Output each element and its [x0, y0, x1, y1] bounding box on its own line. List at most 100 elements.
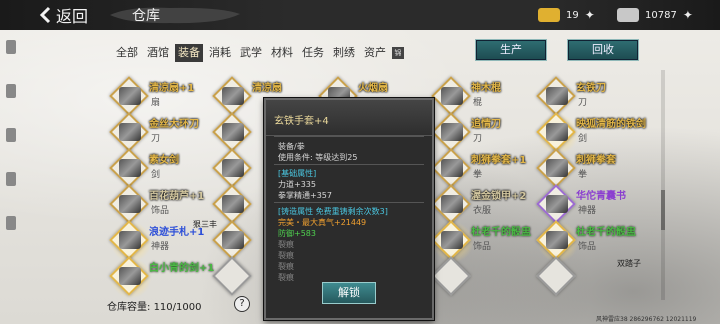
- item-slot[interactable]: 杜老千的骰盅 饰品: [534, 218, 642, 266]
- item-icon: [222, 231, 244, 249]
- item-name: 追情刀: [471, 119, 501, 130]
- item-slot[interactable]: 神木棍棍: [431, 76, 537, 118]
- item-icon: [441, 195, 463, 213]
- back-chevron-icon: [39, 6, 51, 24]
- item-type: 神器: [578, 206, 597, 216]
- scrollbar[interactable]: [661, 70, 665, 300]
- capacity-label: 仓库容量:: [107, 302, 151, 313]
- item-icon: [441, 231, 463, 249]
- item-slot[interactable]: 白小青的剑+1: [107, 254, 215, 302]
- item-type: 刀: [578, 98, 588, 108]
- item-name: 火烟扇: [358, 83, 388, 94]
- item-icon: [222, 123, 244, 141]
- tooltip-line: 裂痕: [278, 262, 294, 271]
- item-type: 刀: [151, 134, 161, 144]
- item-slot[interactable]: 刺狮拳套拳: [536, 148, 642, 190]
- item-type: 拳: [473, 170, 483, 180]
- item-slot[interactable]: 映狐清筋的铁剑剑: [534, 110, 646, 158]
- tooltip-line: 完美・最大真气+21449: [278, 218, 367, 227]
- item-icon: [546, 231, 568, 249]
- silver-add-icon[interactable]: ✦: [683, 8, 693, 22]
- recycle-button[interactable]: 回收: [567, 39, 639, 61]
- item-type: 拳: [578, 170, 588, 180]
- item-name: 玄铁刀: [576, 83, 606, 94]
- scroll-thumb[interactable]: [661, 190, 665, 230]
- tab-4[interactable]: 武学: [237, 44, 265, 62]
- item-icon: [441, 123, 463, 141]
- left-edge-icon: [6, 40, 16, 54]
- silver-currency: 10787 ✦: [617, 6, 693, 24]
- tooltip-line: 防御+583: [278, 229, 316, 238]
- tab-8[interactable]: 资产: [361, 44, 389, 62]
- back-button[interactable]: 返回: [38, 4, 88, 26]
- tooltip-line: 裂痕: [278, 240, 294, 249]
- tooltip-line: 裂痕: [278, 251, 294, 260]
- tooltip-line: 使用条件: 等级达到25: [278, 153, 358, 162]
- item-name: 清凉扇: [252, 83, 282, 94]
- gold-currency: 19 ✦: [538, 6, 595, 24]
- silver-value: 10787: [645, 9, 677, 21]
- item-icon: [441, 159, 463, 177]
- unlock-button[interactable]: 解锁: [322, 282, 376, 304]
- item-frame: [536, 256, 576, 296]
- footer-text: 风神雷应38 286296762 12021119: [596, 316, 697, 323]
- item-type: 扇: [151, 98, 161, 108]
- item-slot[interactable]: 清凉扇+1 扇: [109, 76, 215, 118]
- tab-lock-icon[interactable]: 锦: [392, 47, 404, 59]
- item-type: 剑: [578, 134, 588, 144]
- tab-1[interactable]: 酒馆: [144, 44, 172, 62]
- side-label: 狠三丰: [193, 220, 217, 229]
- item-icon: [119, 159, 141, 177]
- tooltip-line: 拳掌精通+357: [278, 191, 332, 200]
- item-name: 渥金锁甲+2: [471, 191, 527, 202]
- divider: [274, 164, 424, 165]
- tooltip-line: 装备/拳: [278, 142, 305, 151]
- category-tabs: 全部 酒馆 装备 消耗 武学 材料 任务 刺绣 资产锦: [113, 44, 404, 62]
- item-icon: [119, 231, 141, 249]
- item-slot[interactable]: 金丝大环刀刀: [109, 112, 215, 154]
- divider: [274, 202, 424, 203]
- tooltip-line: 力道+335: [278, 180, 316, 189]
- item-frame: [431, 256, 471, 296]
- item-slot[interactable]: [431, 256, 537, 298]
- item-name: 华佗青囊书: [576, 191, 626, 202]
- item-icon: [546, 159, 568, 177]
- tab-6[interactable]: 任务: [299, 44, 327, 62]
- silver-ingot-icon: [617, 8, 639, 22]
- item-icon: [222, 195, 244, 213]
- item-tooltip: 玄铁手套+4 装备/拳 使用条件: 等级达到25 [基础属性] 力道+335 拳…: [264, 98, 434, 320]
- tab-0[interactable]: 全部: [113, 44, 141, 62]
- item-name: 百花葫芦+1: [149, 191, 205, 202]
- item-name: 白小青的剑+1: [149, 263, 215, 274]
- back-label: 返回: [56, 7, 89, 26]
- item-slot[interactable]: 杜老千的骰盅 饰品: [429, 218, 537, 266]
- item-type: 饰品: [151, 206, 170, 216]
- tab-3[interactable]: 消耗: [206, 44, 234, 62]
- item-name: 金丝大环刀: [149, 119, 199, 130]
- tab-2[interactable]: 装备: [175, 44, 203, 62]
- item-icon: [119, 87, 141, 105]
- item-type: 神器: [151, 242, 170, 252]
- top-bar: 返回 仓库 19 ✦ 10787 ✦: [0, 0, 720, 30]
- item-icon: [119, 267, 141, 285]
- item-type: 刀: [473, 134, 483, 144]
- produce-button[interactable]: 生产: [475, 39, 547, 61]
- tab-5[interactable]: 材料: [268, 44, 296, 62]
- item-icon: [441, 87, 463, 105]
- tab-7[interactable]: 刺绣: [330, 44, 358, 62]
- page-title: 仓库: [132, 8, 160, 24]
- page-title-banner: 仓库: [110, 4, 240, 26]
- help-button[interactable]: ?: [234, 296, 250, 312]
- capacity-value: 110/1000: [153, 302, 202, 313]
- item-icon: [119, 123, 141, 141]
- item-slot[interactable]: 素女剑剑: [109, 148, 215, 190]
- item-slot[interactable]: 刺狮拳套+1 拳: [431, 148, 537, 190]
- item-slot[interactable]: 追情刀刀: [431, 112, 537, 154]
- item-name: 刺狮拳套+1: [471, 155, 527, 166]
- gold-ingot-icon: [538, 8, 560, 22]
- item-type: 饰品: [578, 242, 597, 252]
- item-icon: [222, 87, 244, 105]
- gold-add-icon[interactable]: ✦: [585, 8, 595, 22]
- item-type: 衣服: [473, 206, 492, 216]
- item-name: 刺狮拳套: [576, 155, 616, 166]
